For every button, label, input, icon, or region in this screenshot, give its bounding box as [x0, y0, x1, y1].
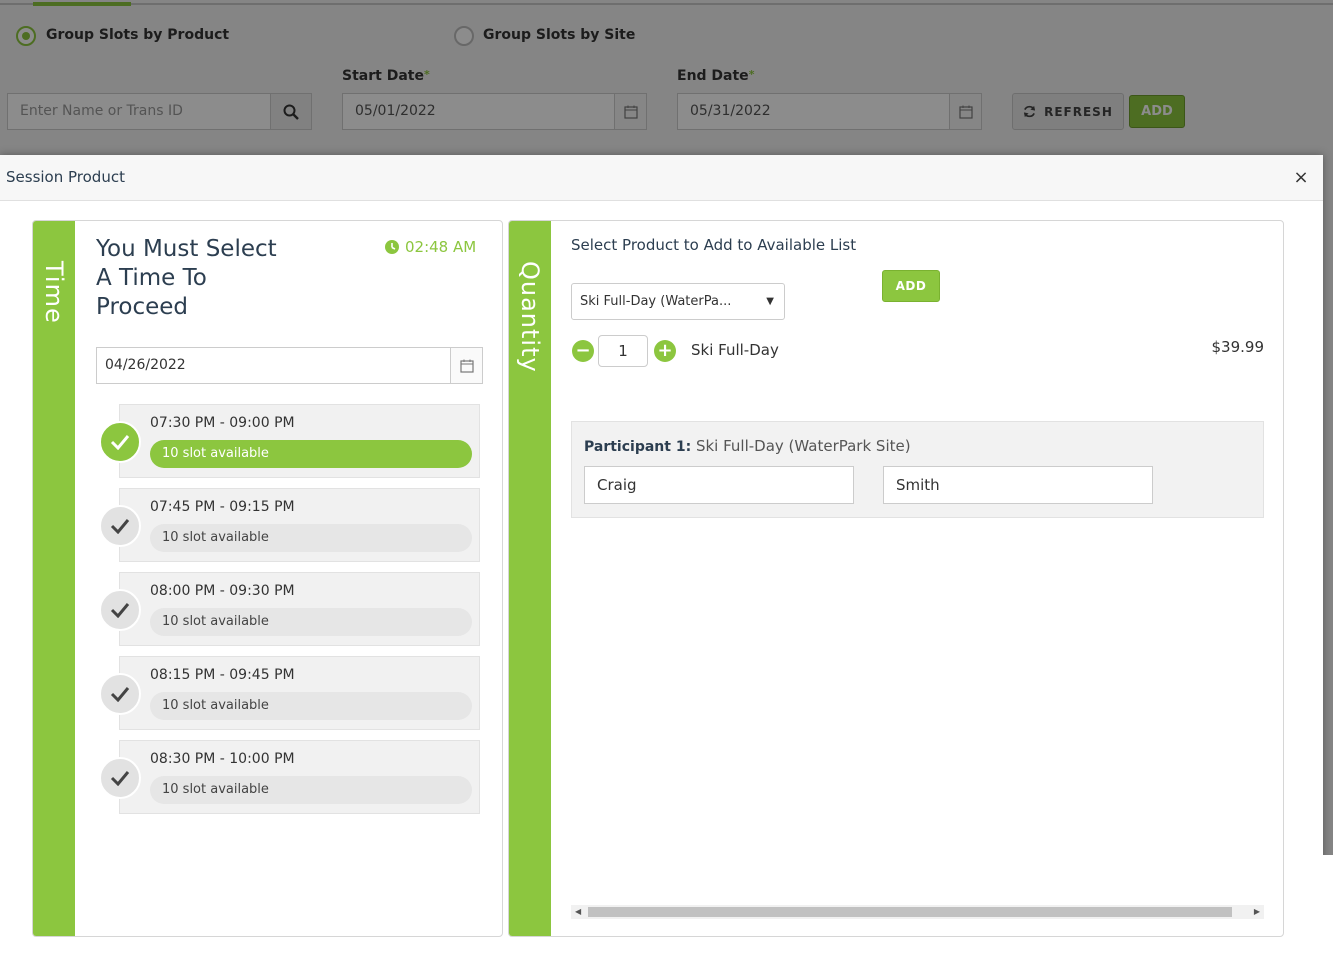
- quantity-panel: Quantity Select Product to Add to Availa…: [508, 220, 1284, 937]
- close-icon[interactable]: ×: [1293, 169, 1309, 187]
- slot-availability-badge: 10 slot available: [150, 608, 472, 636]
- current-time: 02:48 AM: [385, 238, 476, 256]
- scroll-right-icon[interactable]: ▶: [1254, 907, 1260, 917]
- check-icon: [99, 673, 141, 715]
- check-icon: [99, 421, 141, 463]
- line-item-name: Ski Full-Day: [691, 341, 779, 359]
- line-item-price: $39.99: [1211, 338, 1265, 356]
- plus-icon[interactable]: +: [654, 340, 676, 362]
- slot-availability-badge: 10 slot available: [150, 692, 472, 720]
- calendar-icon: [459, 359, 474, 373]
- select-time-prompt: You Must Select A Time To Proceed: [96, 236, 277, 320]
- slot-availability-badge: 10 slot available: [150, 524, 472, 552]
- quantity-input[interactable]: 1: [598, 335, 648, 367]
- slot-time: 08:30 PM - 10:00 PM: [150, 751, 295, 767]
- select-product-prompt: Select Product to Add to Available List: [571, 236, 857, 254]
- session-date-calendar-button[interactable]: [450, 347, 483, 384]
- clock-icon: [385, 240, 399, 254]
- last-name-input[interactable]: Smith: [883, 466, 1153, 504]
- quantity-panel-label: Quantity: [516, 261, 544, 373]
- check-icon: [99, 757, 141, 799]
- time-panel-label: Time: [40, 261, 68, 324]
- slot-time: 08:15 PM - 09:45 PM: [150, 667, 295, 683]
- caret-down-icon: ▼: [766, 296, 774, 307]
- time-slot[interactable]: 08:15 PM - 09:45 PM 10 slot available: [99, 656, 480, 730]
- clock-text: 02:48 AM: [405, 238, 477, 256]
- time-slot[interactable]: 08:00 PM - 09:30 PM 10 slot available: [99, 572, 480, 646]
- horizontal-scrollbar[interactable]: ◀ ▶: [571, 905, 1264, 919]
- participant-heading: Participant 1: Ski Full-Day (WaterPark S…: [584, 437, 911, 455]
- time-slot[interactable]: 07:45 PM - 09:15 PM 10 slot available: [99, 488, 480, 562]
- modal-title: Session Product: [6, 168, 125, 186]
- slot-time: 07:30 PM - 09:00 PM: [150, 415, 295, 431]
- product-select[interactable]: Ski Full-Day (WaterPa... ▼: [571, 283, 785, 320]
- scrollbar-thumb[interactable]: [588, 907, 1232, 917]
- time-slot[interactable]: 08:30 PM - 10:00 PM 10 slot available: [99, 740, 480, 814]
- slot-availability-badge: 10 slot available: [150, 440, 472, 468]
- participant-product: Ski Full-Day (WaterPark Site): [695, 437, 911, 455]
- check-icon: [99, 505, 141, 547]
- page-edge: [1323, 855, 1333, 955]
- time-panel-bar: Time: [33, 221, 75, 936]
- minus-icon[interactable]: −: [572, 340, 594, 362]
- modal-header: Session Product ×: [0, 155, 1323, 201]
- slot-time: 07:45 PM - 09:15 PM: [150, 499, 295, 515]
- add-product-button[interactable]: ADD: [882, 270, 940, 302]
- first-name-input[interactable]: Craig: [584, 466, 854, 504]
- product-select-value: Ski Full-Day (WaterPa...: [580, 294, 732, 309]
- session-product-modal: Session Product × Time You Must Select A…: [0, 155, 1323, 955]
- session-date-input[interactable]: 04/26/2022: [96, 347, 451, 384]
- scroll-left-icon[interactable]: ◀: [575, 907, 581, 917]
- participant-card: Participant 1: Ski Full-Day (WaterPark S…: [571, 421, 1264, 518]
- time-slot[interactable]: 07:30 PM - 09:00 PM 10 slot available: [99, 404, 480, 478]
- check-icon: [99, 589, 141, 631]
- slot-availability-badge: 10 slot available: [150, 776, 472, 804]
- time-panel: Time You Must Select A Time To Proceed 0…: [32, 220, 503, 937]
- slot-time: 08:00 PM - 09:30 PM: [150, 583, 295, 599]
- quantity-panel-bar: Quantity: [509, 221, 551, 936]
- participant-number: Participant 1:: [584, 439, 692, 455]
